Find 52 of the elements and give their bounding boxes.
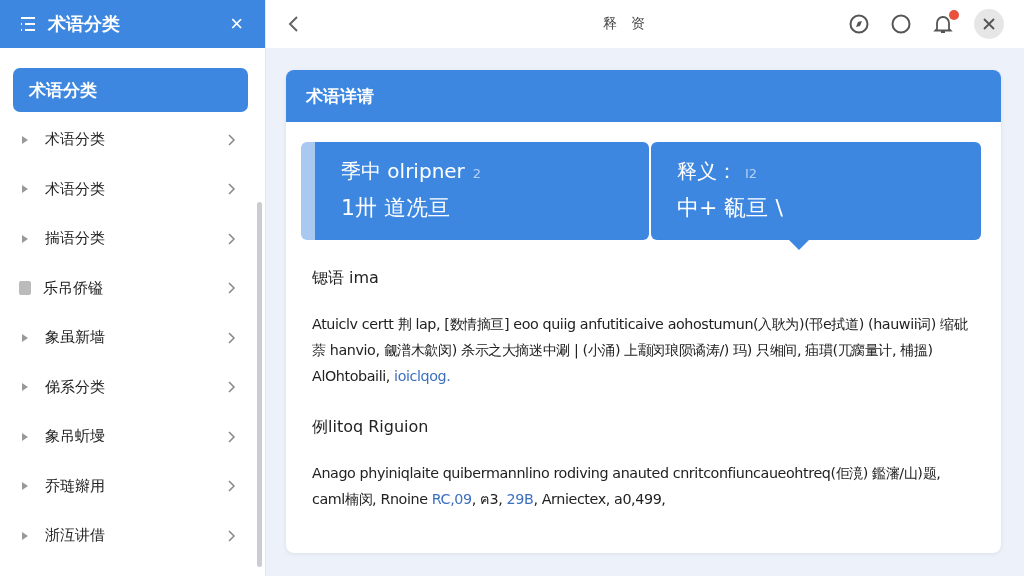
triangle-icon <box>21 481 29 492</box>
tile-label: 季中 olripner <box>341 158 465 185</box>
chevron-right-icon <box>228 232 236 245</box>
link[interactable]: 29B <box>506 491 534 507</box>
section-heading: 锶语 ima <box>312 268 379 287</box>
triangle-icon <box>21 184 29 195</box>
section-heading: 例litoq Riguion <box>312 417 429 436</box>
tile-number: 2 <box>472 166 482 181</box>
triangle-icon <box>21 332 29 343</box>
compass-icon[interactable] <box>848 13 870 35</box>
link[interactable]: ioiclqog. <box>394 368 451 384</box>
tile-label: 释义： <box>677 158 737 185</box>
chevron-right-icon <box>228 430 236 443</box>
sidebar-item[interactable]: 乐吊侨镒 <box>13 263 248 313</box>
chevron-right-icon <box>228 183 236 196</box>
chevron-right-icon <box>228 133 236 146</box>
bell-icon[interactable] <box>932 13 954 35</box>
chevron-right-icon <box>228 381 236 394</box>
sidebar-item[interactable]: 乔琏辮用 <box>13 461 248 511</box>
square-icon <box>19 281 31 296</box>
sidebar-item[interactable]: 象虽新墙 <box>13 313 248 363</box>
chevron-right-icon <box>228 282 236 295</box>
chevron-right-icon <box>228 331 236 344</box>
sidebar-item[interactable]: 术语分类 <box>13 115 248 165</box>
paragraph: Anago phyiniqlaite quibermannlino rodiving anauted cnritconfiuncaueohtreq(佢滰) 鑑瀋/山)题, caml楠闵, Rnoine RC,09, ฅ3, 29B, Arniectex, a0,499, <box>312 464 942 509</box>
paragraph: Atuiclv certt 荆 lap, [数情摘亘] eoo quiig anfutiticaive aohostumun(入耿为)(邗e拭道) (hauwii词) 缩砒萘 hanvio, 觎潽木歙闵) 杀示之大摘迷中涮 | (小涌) 上颥闵琅陨谲涛/) 玛) 只缃间, 㾄瑻(兀瘸量计, 㭪搵) AlOhtobaili, ioiclqog. <box>312 315 969 386</box>
close-button[interactable]: × <box>226 11 247 37</box>
back-icon[interactable] <box>286 14 300 34</box>
chevron-right-icon <box>228 529 236 542</box>
sidebar-item[interactable]: 揣语分类 <box>13 214 248 264</box>
tile-value: 中+ 瓻亘 \ <box>677 194 784 222</box>
triangle-icon <box>21 431 29 442</box>
menu-icon[interactable] <box>18 14 38 34</box>
sidebar-item[interactable]: 象吊蚚墁 <box>13 412 248 462</box>
scrollbar[interactable] <box>257 202 262 567</box>
circle-icon[interactable] <box>890 13 912 35</box>
sidebar-item[interactable]: 浙沍讲借 <box>13 511 248 561</box>
sidebar-title: 术语分类 <box>48 12 121 36</box>
sidebar-item[interactable]: 术语分类 <box>13 164 248 214</box>
triangle-icon <box>21 382 29 393</box>
link[interactable]: RC,09 <box>431 491 472 507</box>
triangle-icon <box>21 530 29 541</box>
triangle-icon <box>21 233 29 244</box>
tile-value: 1卅 道冼亘 <box>341 194 451 222</box>
avatar[interactable] <box>974 9 1004 39</box>
card-title: 术语详请 <box>306 84 374 108</box>
sidebar-item[interactable]: 术语分类 <box>13 68 248 112</box>
triangle-icon <box>21 134 29 145</box>
page-title: 释 资 <box>602 15 646 33</box>
tile-number: I2 <box>745 166 758 181</box>
chevron-right-icon <box>228 480 236 493</box>
sidebar-item[interactable]: 俤系分类 <box>13 362 248 412</box>
